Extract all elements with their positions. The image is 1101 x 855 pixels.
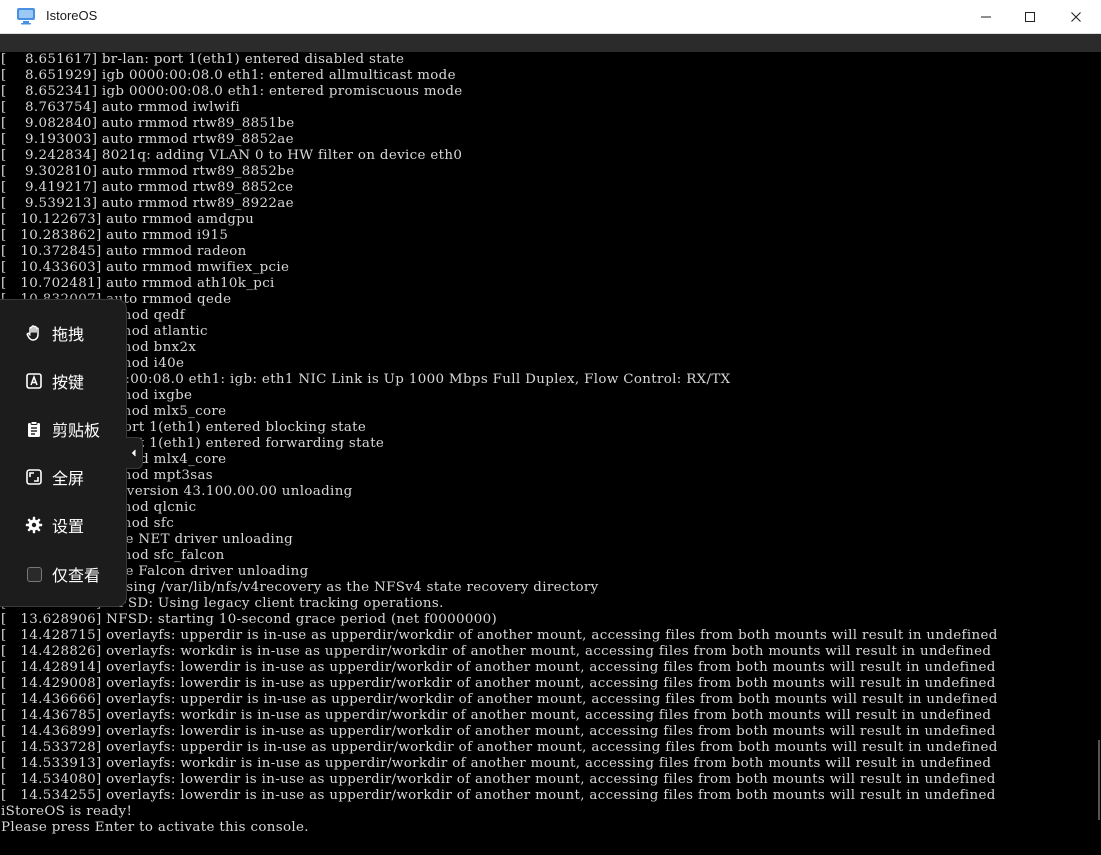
console-line: [ 14.429008] overlayfs: lowerdir is in-u… [1,676,996,691]
console-line: iStoreOS is ready! [1,804,133,819]
menu-item-clipboard[interactable]: 剪贴板 [24,417,100,441]
console-line: [ 14.534080] overlayfs: lowerdir is in-u… [1,772,996,787]
view-only-checkbox[interactable] [26,566,42,582]
console-line: [ 13.628906] NFSD: starting 10-second gr… [1,612,498,627]
console-line: [ ] auto rmmod qlcnic [1,500,197,515]
console-line: [ ] auto rmmod sfc_falcon [1,548,225,563]
menu-item-label: 全屏 [52,469,85,488]
console-line: [ 8.652341] igb 0000:00:08.0 eth1: enter… [1,84,463,99]
console-line: [ 9.539213] auto rmmod rtw89_8922ae [1,196,294,211]
console-line: [ ] auto rmmod atlantic [1,324,208,339]
console-line: [ 8.651929] igb 0000:00:08.0 eth1: enter… [1,68,456,83]
console-line: Please press Enter to activate this cons… [1,820,309,835]
sidebar-collapse-button[interactable] [126,437,143,469]
console-line: [ ] br-lan: port 1(eth1) entered forward… [1,436,385,451]
menu-item-drag[interactable]: 拖拽 [24,321,84,345]
console-line: [ 10.122673] auto rmmod amdgpu [1,212,255,227]
console-line: [ ] auto rmmod ixgbe [1,388,193,403]
menu-item-label: 按键 [52,373,85,392]
console-line: [ 10.832007] auto rmmod qede [1,292,232,307]
scrollbar-thumb[interactable] [1098,740,1100,820]
console-line: [ 14.428826] overlayfs: workdir is in-us… [1,644,992,659]
menu-item-label: 仅查看 [52,566,101,585]
console-line: [ 9.082840] auto rmmod rtw89_8851be [1,116,295,131]
console-line: [ ] igb 0000:00:08.0 eth1: igb: eth1 NIC… [1,372,731,387]
menu-item-label: 设置 [52,517,85,536]
console-line: [ 9.193003] auto rmmod rtw89_8852ae [1,132,294,147]
console-line: [ ] mpt3sas version 43.100.00.00 unloadi… [1,484,353,499]
console-line: [ 14.436899] overlayfs: lowerdir is in-u… [1,724,996,739]
menu-item-view-only[interactable]: 仅查看 [24,562,100,586]
console-line: [ ] auto rmmod qedf [1,308,186,323]
menu-item-label: 拖拽 [52,325,85,344]
console-line: [ 9.242834] 8021q: adding VLAN 0 to HW f… [1,148,463,163]
console-line: [ 14.428715] overlayfs: upperdir is in-u… [1,628,998,643]
console-line: [ 9.302810] auto rmmod rtw89_8852be [1,164,295,179]
menu-item-fullscreen[interactable]: 全屏 [24,465,84,489]
console-line: [ 14.533913] overlayfs: workdir is in-us… [1,756,992,771]
menu-item-label: 剪贴板 [52,421,101,440]
close-icon [1071,11,1081,22]
menu-item-settings[interactable]: 设置 [24,513,84,537]
console-line: [ ] br-lan: port 1(eth1) entered blockin… [1,420,367,435]
window-title: IstoreOS [46,8,98,23]
maximize-button[interactable] [1007,0,1053,33]
console-line: [ 8.763754] auto rmmod iwlwifi [1,100,241,115]
menu-item-keys[interactable]: 按键 [24,369,84,393]
console-line: [ ] auto rmmod mlx5_core [1,404,227,419]
keyboard-key-icon [24,371,44,391]
console-line: [ 14.534255] overlayfs: lowerdir is in-u… [1,788,996,803]
close-button[interactable] [1053,0,1099,33]
monitor-app-icon [17,8,35,25]
hand-drag-icon [24,323,44,343]
console-line: [ ] auto rmmod bnx2x [1,340,197,355]
console-line: [ 13.628882] NFSD: Using legacy client t… [1,596,444,611]
console-line: [ ] auto rmmod sfc [1,516,175,531]
side-menu: 拖拽 按键 剪贴板 全屏 设置 仅查看 [0,299,127,607]
console-line: [ 14.436666] overlayfs: upperdir is in-u… [1,692,998,707]
chevron-left-icon [131,449,136,457]
console-line: [ 14.428914] overlayfs: lowerdir is in-u… [1,660,996,675]
console-line: [ ] auto rmmod i40e [1,356,185,371]
console-line: [ 10.433603] auto rmmod mwifiex_pcie [1,260,290,275]
view-only-checkbox-wrap [24,564,44,584]
window-titlebar: IstoreOS [0,0,1101,34]
console-line: [ 10.702481] auto rmmod ath10k_pci [1,276,275,291]
console-line: [ 10.372845] auto rmmod radeon [1,244,247,259]
fullscreen-icon [24,467,44,487]
console-line: [ 14.533728] overlayfs: upperdir is in-u… [1,740,998,755]
console-screen[interactable]: [ 8.651617] br-lan: port 1(eth1) entered… [0,52,1101,855]
minimize-icon [981,16,991,17]
console-line: [ 14.436785] overlayfs: workdir is in-us… [1,708,992,723]
console-line: [ 9.419217] auto rmmod rtw89_8852ce [1,180,294,195]
minimize-button[interactable] [963,0,1009,33]
toolbar-strip [0,34,1101,52]
clipboard-icon [24,419,44,439]
console-line: [ 8.651617] br-lan: port 1(eth1) entered… [1,52,405,67]
console-line: [ 10.283862] auto rmmod i915 [1,228,229,243]
console-line: [ ] NFSD: Using /var/lib/nfs/v4recovery … [1,580,599,595]
console-line: [ ] auto rmmod mpt3sas [1,468,214,483]
console-line: [ ] Solarflare Falcon driver unloading [1,564,309,579]
console-line: [ ] auto rmmod mlx4_core [1,452,227,467]
gear-icon [24,515,44,535]
maximize-icon [1025,11,1035,22]
console-output: [ 8.651617] br-lan: port 1(eth1) entered… [1,52,998,836]
console-line: [ ] Solarflare NET driver unloading [1,532,294,547]
